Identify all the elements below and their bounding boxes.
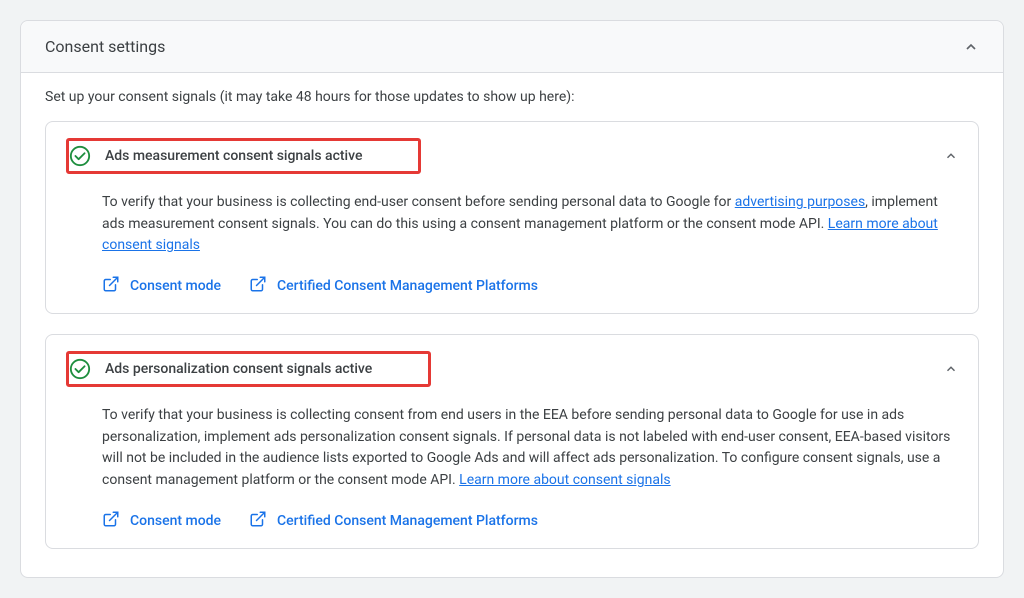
ads-personalization-title: Ads personalization consent signals acti… <box>105 361 372 377</box>
chevron-up-icon <box>944 362 958 376</box>
learn-more-consent-signals-link[interactable]: Learn more about consent signals <box>459 472 670 488</box>
ads-personalization-description: To verify that your business is collecti… <box>102 405 958 492</box>
open-in-new-icon <box>102 275 120 297</box>
check-circle-icon <box>69 358 91 380</box>
panel-body: Set up your consent signals (it may take… <box>21 73 1003 577</box>
ads-personalization-card: Ads personalization consent signals acti… <box>45 334 979 549</box>
action-row: Consent mode Certified Consent Managemen… <box>102 275 958 297</box>
panel-title: Consent settings <box>45 37 165 56</box>
action-row: Consent mode Certified Consent Managemen… <box>102 510 958 532</box>
ads-personalization-body: To verify that your business is collecti… <box>66 387 958 532</box>
ads-measurement-title: Ads measurement consent signals active <box>105 148 362 164</box>
open-in-new-icon <box>102 510 120 532</box>
highlight-annotation: Ads personalization consent signals acti… <box>66 351 431 387</box>
ccmp-link[interactable]: Certified Consent Management Platforms <box>249 510 538 532</box>
consent-mode-link[interactable]: Consent mode <box>102 275 221 297</box>
check-circle-icon <box>69 145 91 167</box>
ads-measurement-card: Ads measurement consent signals active T… <box>45 121 979 314</box>
consent-mode-link[interactable]: Consent mode <box>102 510 221 532</box>
panel-header[interactable]: Consent settings <box>21 21 1003 73</box>
consent-settings-panel: Consent settings Set up your consent sig… <box>20 20 1004 578</box>
ads-measurement-body: To verify that your business is collecti… <box>66 174 958 297</box>
chevron-up-icon <box>963 39 979 55</box>
open-in-new-icon <box>249 510 267 532</box>
chevron-up-icon <box>944 149 958 163</box>
intro-text: Set up your consent signals (it may take… <box>45 89 979 105</box>
ads-personalization-card-header[interactable]: Ads personalization consent signals acti… <box>66 351 958 387</box>
ads-measurement-card-header[interactable]: Ads measurement consent signals active <box>66 138 958 174</box>
highlight-annotation: Ads measurement consent signals active <box>66 138 421 174</box>
ads-measurement-description: To verify that your business is collecti… <box>102 192 958 257</box>
open-in-new-icon <box>249 275 267 297</box>
advertising-purposes-link[interactable]: advertising purposes <box>735 194 865 210</box>
ccmp-link[interactable]: Certified Consent Management Platforms <box>249 275 538 297</box>
